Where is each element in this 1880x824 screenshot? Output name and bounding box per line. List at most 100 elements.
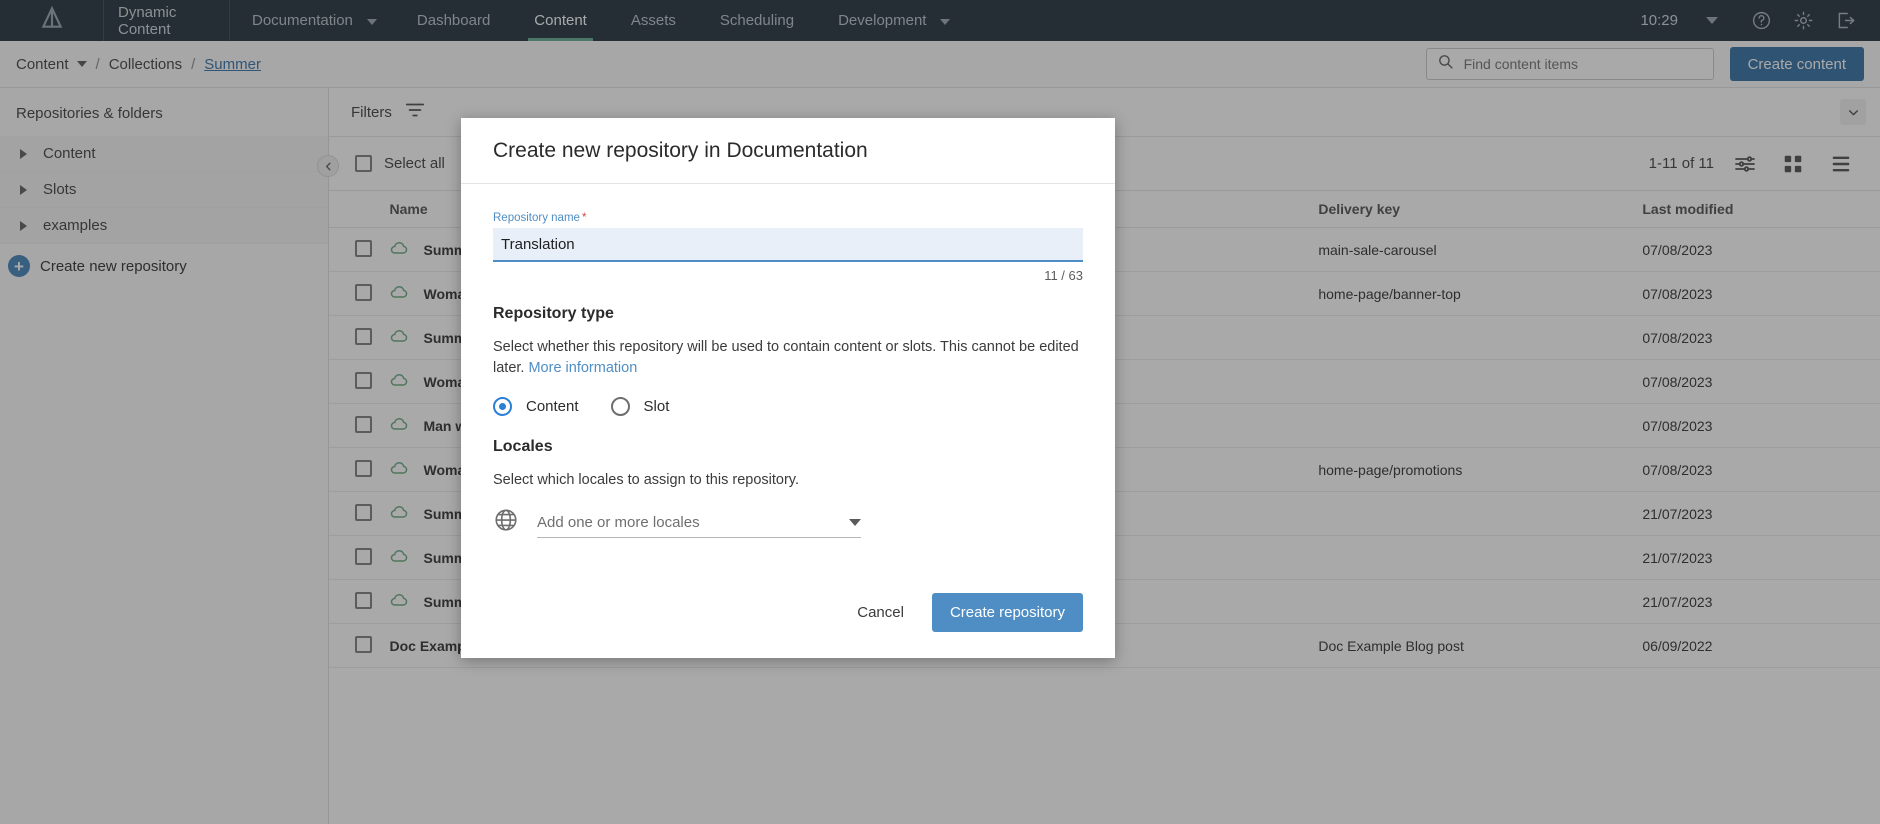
row-delivery-key — [1318, 535, 1643, 580]
row-last-modified: 07/08/2023 — [1642, 315, 1880, 360]
nav-item-assets[interactable]: Assets — [609, 0, 698, 41]
breadcrumb-root[interactable]: Content — [16, 56, 87, 73]
chevron-right-icon[interactable] — [20, 220, 27, 231]
breadcrumb-current[interactable]: Summer — [204, 56, 261, 73]
nav-label: Dashboard — [416, 12, 491, 29]
cloud-icon — [389, 502, 409, 525]
create-repository-button[interactable]: Create repository — [931, 592, 1083, 632]
result-count-label: 1-11 of 11 — [1648, 155, 1714, 172]
collapse-panel-button[interactable] — [1840, 99, 1866, 125]
breadcrumb-collections[interactable]: Collections — [109, 56, 182, 73]
radio-content-label: Content — [526, 398, 579, 416]
cloud-icon — [389, 414, 409, 437]
row-delivery-key — [1318, 579, 1643, 624]
sidebar: Repositories & folders Content Slots exa… — [0, 88, 329, 824]
dialog-title: Create new repository in Documentation — [493, 138, 868, 162]
row-checkbox[interactable] — [355, 503, 372, 521]
globe-icon — [493, 507, 519, 538]
sidebar-item-content[interactable]: Content — [0, 136, 328, 172]
sidebar-item-label: Content — [43, 145, 96, 162]
required-marker: * — [581, 212, 587, 224]
row-last-modified: 07/08/2023 — [1642, 403, 1880, 448]
nav-item-content[interactable]: Content — [512, 0, 609, 41]
plus-circle-icon: + — [8, 255, 30, 277]
locales-field-row: Add one or more locales — [493, 507, 1083, 538]
radio-slot[interactable] — [610, 397, 630, 417]
chevron-down-icon — [366, 18, 377, 25]
row-checkbox[interactable] — [355, 547, 372, 565]
search-input[interactable] — [1461, 55, 1703, 73]
clock-display: 10:29 — [1640, 12, 1678, 29]
sidebar-collapse-handle[interactable] — [317, 155, 339, 177]
row-checkbox[interactable] — [355, 635, 372, 653]
select-all-checkbox[interactable] — [355, 155, 372, 172]
nav-item-development[interactable]: Development — [816, 0, 968, 41]
chevron-down-icon — [76, 61, 87, 67]
dialog-body: Repository name* 11 / 63 Repository type… — [461, 184, 1115, 566]
dialog-header: Create new repository in Documentation — [461, 118, 1115, 184]
breadcrumb-separator: / — [191, 55, 196, 73]
nav-item-scheduling[interactable]: Scheduling — [698, 0, 816, 41]
more-information-link[interactable]: More information — [528, 360, 637, 376]
create-content-button[interactable]: Create content — [1729, 47, 1864, 81]
row-checkbox[interactable] — [355, 591, 372, 609]
breadcrumb-root-label: Content — [16, 55, 69, 73]
row-checkbox[interactable] — [355, 371, 372, 389]
header-last-modified[interactable]: Last modified — [1642, 191, 1880, 228]
row-checkbox[interactable] — [355, 239, 372, 257]
locales-select[interactable]: Add one or more locales — [537, 508, 861, 538]
sidebar-item-label: Slots — [43, 181, 77, 198]
sidebar-item-examples[interactable]: examples — [0, 208, 328, 244]
row-checkbox[interactable] — [355, 327, 372, 345]
cancel-button[interactable]: Cancel — [843, 596, 918, 629]
dialog-footer: Cancel Create repository — [461, 566, 1115, 658]
header-checkbox-col — [329, 191, 390, 228]
row-delivery-key: home-page/banner-top — [1318, 271, 1643, 316]
help-circle-icon[interactable] — [1742, 0, 1780, 41]
row-last-modified: 21/07/2023 — [1642, 491, 1880, 536]
row-last-modified: 21/07/2023 — [1642, 579, 1880, 624]
row-delivery-key — [1318, 359, 1643, 404]
cloud-icon — [389, 546, 409, 569]
radio-content[interactable] — [493, 397, 512, 417]
row-delivery-key — [1318, 491, 1643, 536]
chevron-down-icon — [940, 18, 951, 25]
row-checkbox[interactable] — [355, 415, 372, 433]
repository-name-input[interactable] — [493, 228, 1083, 262]
radio-slot-label: Slot — [643, 398, 670, 416]
chevron-right-icon[interactable] — [20, 184, 27, 195]
create-repository-dialog: Create new repository in Documentation R… — [461, 118, 1115, 658]
app-logo[interactable] — [0, 0, 104, 41]
filter-icon[interactable] — [404, 99, 426, 126]
chevron-right-icon[interactable] — [20, 148, 27, 159]
row-delivery-key: Doc Example Blog post — [1318, 623, 1643, 668]
row-last-modified: 07/08/2023 — [1642, 359, 1880, 404]
select-all-group[interactable]: Select all — [355, 155, 445, 172]
sidebar-item-slots[interactable]: Slots — [0, 172, 328, 208]
row-last-modified: 21/07/2023 — [1642, 535, 1880, 580]
chevron-down-icon[interactable] — [1706, 17, 1718, 24]
sliders-icon[interactable] — [1728, 147, 1762, 181]
sidebar-item-label: examples — [43, 217, 108, 234]
sign-out-icon[interactable] — [1826, 0, 1864, 41]
amplience-logo-icon — [39, 5, 65, 36]
account-selector[interactable]: Documentation — [230, 0, 395, 41]
cloud-icon — [389, 458, 409, 481]
row-last-modified: 07/08/2023 — [1642, 227, 1880, 272]
list-view-icon[interactable] — [1824, 147, 1858, 181]
create-new-repository-button[interactable]: + Create new repository — [0, 244, 328, 288]
select-all-label: Select all — [384, 155, 445, 172]
nav-item-dashboard[interactable]: Dashboard — [395, 0, 512, 41]
breadcrumb-bar: Content / Collections / Summer Create — [0, 41, 1880, 88]
row-checkbox[interactable] — [355, 283, 372, 301]
cloud-icon — [389, 370, 409, 393]
cloud-icon — [389, 238, 409, 261]
header-delivery-key[interactable]: Delivery key — [1318, 191, 1643, 228]
account-label: Documentation — [252, 12, 353, 29]
search-box[interactable] — [1425, 48, 1714, 80]
grid-view-icon[interactable] — [1776, 147, 1810, 181]
repository-type-title: Repository type — [493, 305, 614, 322]
gear-icon[interactable] — [1784, 0, 1822, 41]
create-new-repository-label: Create new repository — [40, 257, 187, 275]
row-checkbox[interactable] — [355, 459, 372, 477]
